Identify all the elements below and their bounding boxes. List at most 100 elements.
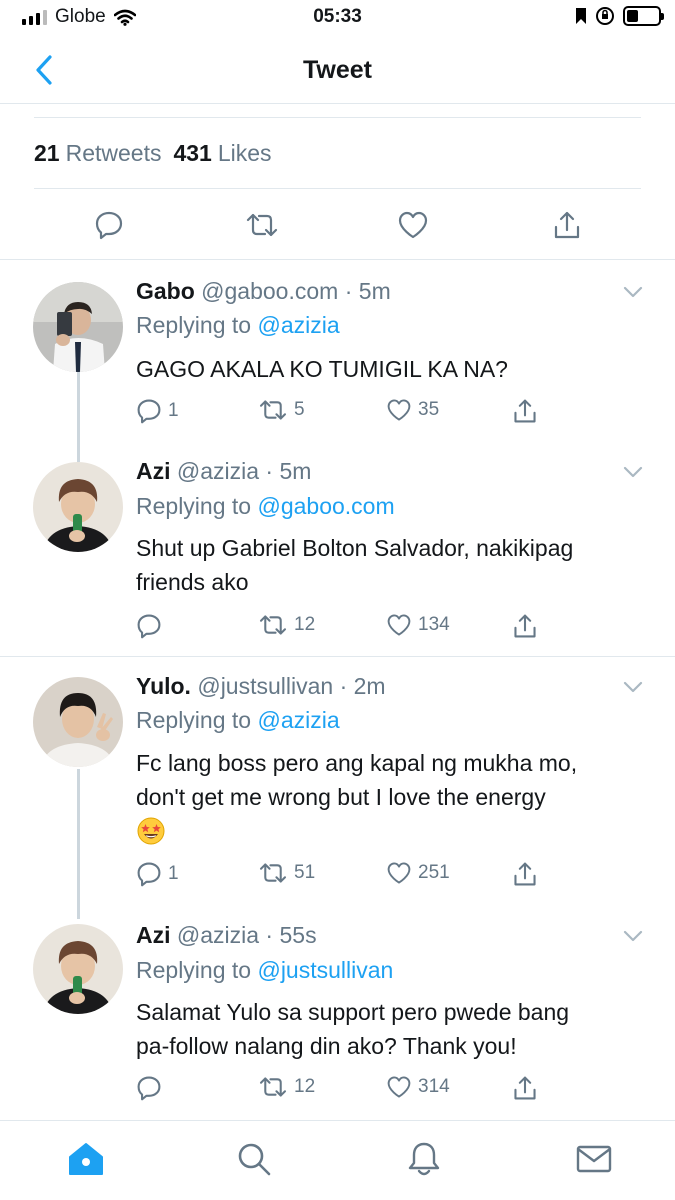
dot-separator: · [338,278,359,304]
share-icon [514,614,536,638]
replying-mention[interactable]: @justsullivan [257,957,393,983]
reply-button[interactable]: 1 [136,398,179,424]
replying-mention[interactable]: @azizia [257,312,339,338]
like-count: 251 [418,862,450,883]
tab-messages[interactable] [574,1139,614,1179]
like-button[interactable]: 251 [386,861,450,885]
share-button[interactable] [512,613,538,639]
like-button[interactable]: 134 [386,613,450,637]
search-icon [238,1143,271,1176]
avatar[interactable] [33,924,123,1014]
status-icons [575,6,664,26]
avatar[interactable] [33,462,123,552]
tweet-text: Shut up Gabriel Bolton Salvador, nakikip… [136,531,651,599]
likes-label[interactable]: Likes [218,140,272,167]
tab-notifications[interactable] [404,1139,444,1179]
like-button[interactable]: 35 [386,398,439,422]
home-icon [69,1143,103,1175]
retweet-button[interactable] [245,208,279,242]
share-icon [514,1076,536,1100]
reply-button[interactable] [136,613,168,639]
retweet-button[interactable]: 5 [258,398,305,422]
share-button[interactable] [512,861,538,887]
share-icon [514,862,536,886]
likes-count[interactable]: 431 [173,140,211,167]
thread-line [77,769,80,919]
like-count: 314 [418,1076,450,1097]
tweet-text-line: Shut up Gabriel Bolton Salvador, nakikip… [136,535,574,561]
author-name[interactable]: Azi [136,922,171,948]
speech-bubble-icon [95,211,123,240]
author-handle[interactable]: @gaboo.com [201,278,338,304]
share-button[interactable] [550,208,584,242]
replying-label: Replying to [136,957,252,983]
tab-home[interactable] [66,1139,106,1179]
chevron-down-icon[interactable] [623,286,643,298]
retweet-count: 12 [294,1076,316,1097]
author-handle[interactable]: @justsullivan [197,673,333,699]
chevron-down-icon[interactable] [623,466,643,478]
replying-mention[interactable]: @gaboo.com [257,493,394,519]
retweets-count[interactable]: 21 [34,140,60,167]
dot-separator: · [259,458,280,484]
retweet-icon [259,863,287,883]
heart-icon [387,399,411,421]
retweet-button[interactable]: 51 [258,861,315,885]
reply-tweet[interactable]: Yulo. @justsullivan · 2m Replying to @az… [0,657,675,919]
tweet-action-bar: 12 314 [136,1075,556,1105]
replying-to: Replying to @azizia [136,707,340,734]
orientation-lock-icon [596,7,614,25]
heart-icon [387,614,411,636]
like-button[interactable]: 314 [386,1075,450,1099]
author-handle[interactable]: @azizia [177,922,259,948]
retweet-icon [259,1077,287,1097]
tweet-time: 55s [279,922,317,948]
retweet-icon [259,615,287,635]
replying-mention[interactable]: @azizia [257,707,339,733]
reply-tweet[interactable]: Gabo @gaboo.com · 5m Replying to @azizia… [0,262,675,462]
retweet-button[interactable]: 12 [258,1075,315,1099]
heart-icon [387,862,411,884]
tab-search[interactable] [234,1139,274,1179]
retweet-button[interactable]: 12 [258,613,315,637]
like-button[interactable] [396,208,430,242]
status-bar: Globe 05:33 [0,0,675,36]
tweet-time: 5m [358,278,391,304]
retweet-count: 12 [294,614,316,635]
share-button[interactable] [512,398,538,424]
tweet-header: Azi @azizia · 55s [136,922,317,949]
author-name[interactable]: Azi [136,458,171,484]
tweet-action-bar [0,190,675,260]
bottom-tab-bar [0,1120,675,1200]
tweet-time: 2m [353,673,386,699]
navigation-bar: Tweet [0,36,675,104]
tweet-action-bar: 12 134 [136,613,556,643]
heart-icon [398,211,428,239]
clock: 05:33 [313,6,362,27]
chevron-down-icon[interactable] [623,930,643,942]
reply-button[interactable] [136,1075,168,1101]
share-icon [514,399,536,423]
tweet-header: Azi @azizia · 5m [136,458,311,485]
reply-button[interactable] [92,208,126,242]
tweet-header: Yulo. @justsullivan · 2m [136,673,386,700]
chevron-down-icon[interactable] [623,681,643,693]
tweet-text: GAGO AKALA KO TUMIGIL KA NA? [136,352,651,386]
star-struck-emoji [137,817,165,845]
reply-button[interactable]: 1 [136,861,179,887]
reply-tweet[interactable]: Azi @azizia · 55s Replying to @justsulli… [0,907,675,1119]
speech-bubble-icon [137,1076,161,1101]
reply-tweet[interactable]: Azi @azizia · 5m Replying to @gaboo.com … [0,450,675,655]
tweet-header: Gabo @gaboo.com · 5m [136,278,391,305]
replying-label: Replying to [136,493,252,519]
author-name[interactable]: Gabo [136,278,195,304]
author-name[interactable]: Yulo. [136,673,191,699]
share-button[interactable] [512,1075,538,1101]
tweet-text-line: Fc lang boss pero ang kapal ng mukha mo, [136,750,578,776]
retweets-label[interactable]: Retweets [66,140,162,167]
avatar[interactable] [33,677,123,767]
author-handle[interactable]: @azizia [177,458,259,484]
bookmark-icon [576,8,586,24]
avatar[interactable] [33,282,123,372]
thread-line [77,372,80,462]
